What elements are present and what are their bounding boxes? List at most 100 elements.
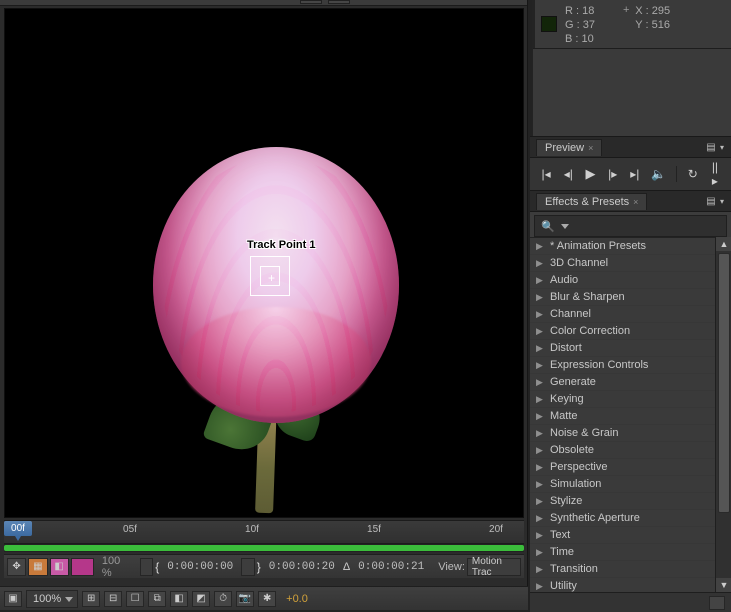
- chevron-down-icon[interactable]: [561, 224, 569, 229]
- time-ruler[interactable]: 00f 05f 10f 15f 20f: [4, 520, 524, 544]
- out-timecode[interactable]: 0:00:00:20: [263, 561, 341, 573]
- ram-preview-button[interactable]: ||▸: [709, 160, 721, 188]
- effects-category-row[interactable]: ▶ Simulation: [530, 476, 715, 493]
- in-timecode[interactable]: 0:00:00:00: [161, 561, 239, 573]
- disclosure-triangle-icon[interactable]: ▶: [536, 496, 544, 507]
- disclosure-triangle-icon[interactable]: ▶: [536, 581, 544, 592]
- disclosure-triangle-icon[interactable]: ▶: [536, 326, 544, 337]
- prev-frame-button[interactable]: ◂|: [562, 167, 574, 181]
- effects-category-row[interactable]: ▶* Animation Presets: [530, 238, 715, 255]
- in-bracket-icon[interactable]: {: [155, 560, 159, 574]
- snapshot-btn[interactable]: 📷: [236, 591, 254, 607]
- roi-icon[interactable]: ▦: [28, 558, 47, 576]
- disclosure-triangle-icon[interactable]: ▶: [536, 258, 544, 269]
- effects-category-row[interactable]: ▶Color Correction: [530, 323, 715, 340]
- toggle-alpha-button[interactable]: ▣: [4, 591, 22, 607]
- effects-category-row[interactable]: ▶ Channel: [530, 306, 715, 323]
- last-frame-button[interactable]: ▸|: [629, 167, 641, 181]
- status-btn[interactable]: ⧉: [148, 591, 166, 607]
- aperture-icon[interactable]: ✱: [258, 591, 276, 607]
- disclosure-triangle-icon[interactable]: ▶: [536, 547, 544, 558]
- layer-zoom[interactable]: 100 %: [96, 555, 138, 579]
- info-panel-spacer: [533, 48, 731, 136]
- new-bin-button[interactable]: [709, 596, 725, 610]
- status-btn[interactable]: ☐: [126, 591, 144, 607]
- disclosure-triangle-icon[interactable]: ▶: [536, 564, 544, 575]
- mask-icon[interactable]: [71, 558, 94, 576]
- disclosure-triangle-icon[interactable]: ▶: [536, 377, 544, 388]
- magnification-dropdown[interactable]: 100%: [26, 590, 78, 608]
- delta-icon: Δ: [343, 561, 350, 573]
- effects-category-row[interactable]: ▶Time: [530, 544, 715, 561]
- effects-category-row[interactable]: ▶Expression Controls: [530, 357, 715, 374]
- disclosure-triangle-icon[interactable]: ▶: [536, 411, 544, 422]
- effects-category-row[interactable]: ▶Distort: [530, 340, 715, 357]
- effects-category-row[interactable]: ▶Synthetic Aperture: [530, 510, 715, 527]
- loop-button[interactable]: ↻: [687, 167, 699, 181]
- effects-category-row[interactable]: ▶Perspective: [530, 459, 715, 476]
- status-btn[interactable]: ⊞: [82, 591, 100, 607]
- preview-tab[interactable]: Preview×: [536, 139, 602, 156]
- effects-category-row[interactable]: ▶Blur & Sharpen: [530, 289, 715, 306]
- first-frame-button[interactable]: |◂: [540, 167, 552, 181]
- track-point-attach-icon[interactable]: +: [268, 271, 275, 285]
- disclosure-triangle-icon[interactable]: ▶: [536, 479, 544, 490]
- effects-category-row[interactable]: ▶Matte: [530, 408, 715, 425]
- disclosure-triangle-icon[interactable]: ▶: [536, 513, 544, 524]
- effects-search[interactable]: 🔍: [534, 215, 727, 237]
- mute-button[interactable]: 🔈: [651, 167, 666, 181]
- effects-category-row[interactable]: ▶Stylize: [530, 493, 715, 510]
- disclosure-triangle-icon[interactable]: ▶: [536, 360, 544, 371]
- scroll-down-button[interactable]: ▼: [716, 578, 731, 592]
- play-button[interactable]: ▶: [584, 166, 596, 182]
- scroll-thumb[interactable]: [718, 253, 730, 513]
- effects-category-row[interactable]: ▶ Text: [530, 527, 715, 544]
- composition-canvas[interactable]: Track Point 1 +: [4, 8, 524, 518]
- disclosure-triangle-icon[interactable]: ▶: [536, 462, 544, 473]
- effects-category-row[interactable]: ▶Noise & Grain: [530, 425, 715, 442]
- timecode-btn[interactable]: ⏱: [214, 591, 232, 607]
- track-point-search-region[interactable]: +: [250, 256, 290, 296]
- panel-menu-icon[interactable]: ▤: [706, 142, 725, 153]
- close-icon[interactable]: ×: [633, 197, 638, 207]
- effects-category-row[interactable]: ▶Transition: [530, 561, 715, 578]
- effects-category-row[interactable]: ▶Audio: [530, 272, 715, 289]
- close-icon[interactable]: ×: [588, 143, 593, 153]
- ruler-tick-label: 20f: [489, 524, 503, 535]
- effects-category-label: Text: [550, 529, 570, 541]
- disclosure-triangle-icon[interactable]: ▶: [536, 309, 544, 320]
- disclosure-triangle-icon[interactable]: ▶: [536, 343, 544, 354]
- disclosure-triangle-icon[interactable]: ▶: [536, 445, 544, 456]
- effects-category-row[interactable]: ▶Obsolete: [530, 442, 715, 459]
- work-area-bar[interactable]: [4, 544, 524, 552]
- effects-category-list: ▶* Animation Presets▶3D Channel▶Audio▶Bl…: [530, 237, 715, 592]
- disclosure-triangle-icon[interactable]: ▶: [536, 394, 544, 405]
- panel-menu-icon[interactable]: ▤: [706, 196, 725, 207]
- handtool-icon[interactable]: ✥: [7, 558, 26, 576]
- disclosure-triangle-icon[interactable]: ▶: [536, 275, 544, 286]
- disclosure-triangle-icon[interactable]: ▶: [536, 241, 544, 252]
- viewer-top-btn[interactable]: [328, 0, 350, 4]
- disclosure-triangle-icon[interactable]: ▶: [536, 428, 544, 439]
- effects-category-row[interactable]: ▶Keying: [530, 391, 715, 408]
- effects-category-row[interactable]: ▶Utility: [530, 578, 715, 592]
- disclosure-triangle-icon[interactable]: ▶: [536, 530, 544, 541]
- status-btn[interactable]: ◩: [192, 591, 210, 607]
- effects-category-label: Simulation: [550, 478, 601, 490]
- out-bracket-icon[interactable]: }: [257, 560, 261, 574]
- view-dropdown[interactable]: Motion Trac: [467, 558, 521, 576]
- effects-scrollbar[interactable]: ▲ ▼: [715, 237, 731, 592]
- effects-tab[interactable]: Effects & Presets×: [536, 193, 647, 210]
- effects-category-row[interactable]: ▶3D Channel: [530, 255, 715, 272]
- exposure-value[interactable]: +0.0: [280, 593, 314, 605]
- effects-category-row[interactable]: ▶Generate: [530, 374, 715, 391]
- effects-category-label: Channel: [550, 308, 591, 320]
- scroll-up-button[interactable]: ▲: [716, 237, 731, 251]
- alpha-icon[interactable]: ◧: [50, 558, 69, 576]
- status-btn[interactable]: ◧: [170, 591, 188, 607]
- viewer-top-btn[interactable]: [300, 0, 322, 4]
- status-btn[interactable]: ⊟: [104, 591, 122, 607]
- cti-playhead[interactable]: 00f: [4, 521, 32, 536]
- disclosure-triangle-icon[interactable]: ▶: [536, 292, 544, 303]
- next-frame-button[interactable]: |▸: [607, 167, 619, 181]
